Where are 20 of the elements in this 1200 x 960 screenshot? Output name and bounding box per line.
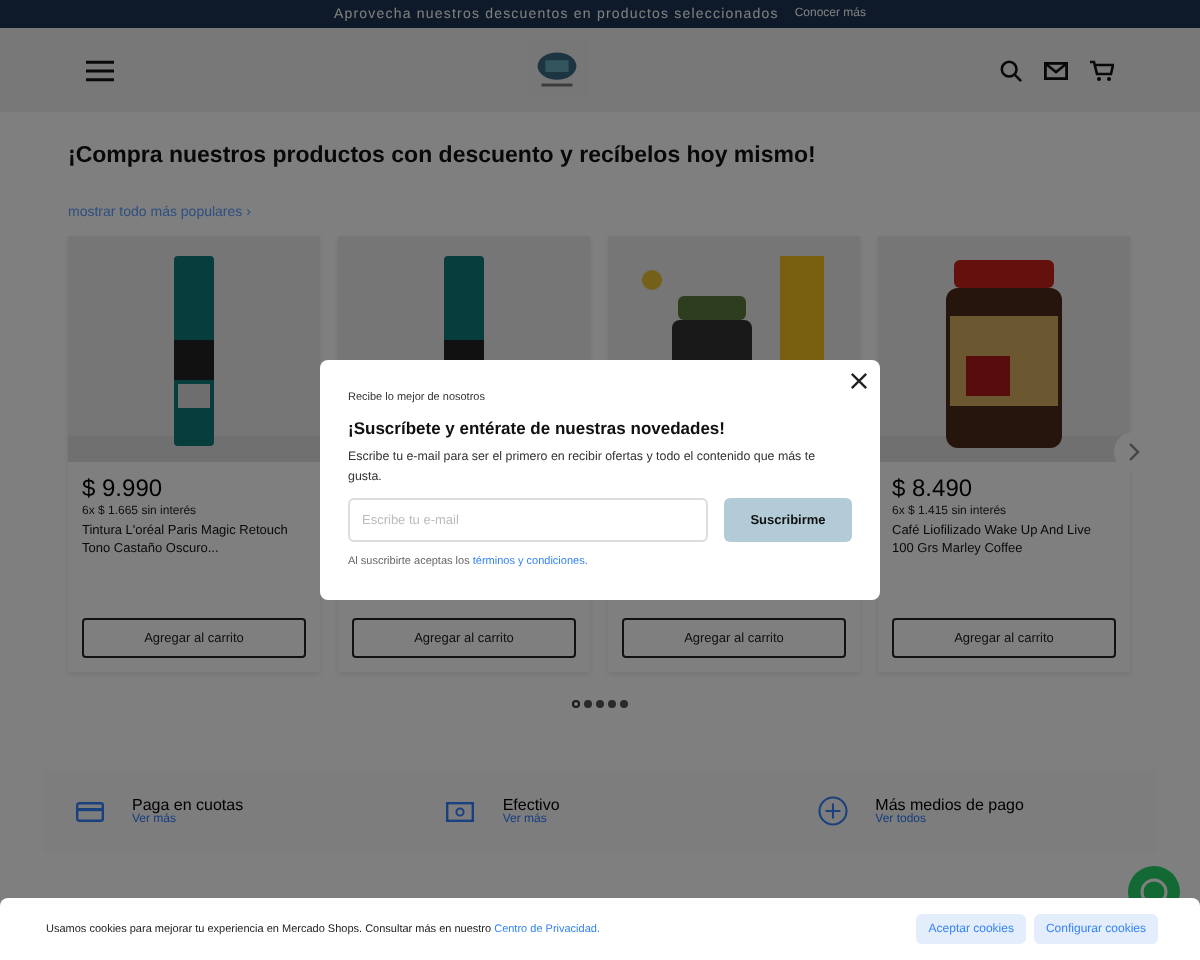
plus-icon xyxy=(817,796,848,826)
pagination-dot[interactable] xyxy=(584,700,592,708)
section-heading: ¡Compra nuestros productos con descuento y recíbelos hoy mismo! xyxy=(68,144,818,168)
pagination-dot[interactable] xyxy=(620,700,628,708)
payment-title: Más medios de pago xyxy=(875,796,1024,814)
dialog-title: ¡Suscríbete y entérate de nuestras novedades! xyxy=(348,418,727,438)
pagination-dot[interactable] xyxy=(596,700,604,708)
menu-icon[interactable] xyxy=(86,59,114,81)
cart-icon[interactable] xyxy=(1090,59,1114,81)
product-price: $ 9.990 xyxy=(82,474,165,502)
pagination-dot[interactable] xyxy=(608,700,616,708)
search-icon[interactable] xyxy=(1000,59,1022,81)
close-icon[interactable] xyxy=(850,372,868,390)
payment-title: Paga en cuotas xyxy=(132,796,244,814)
credit-card-icon xyxy=(76,801,104,821)
payment-title: Efectivo xyxy=(502,796,560,814)
pagination-dot[interactable] xyxy=(572,700,580,708)
mail-icon[interactable] xyxy=(1044,61,1068,79)
cash-icon xyxy=(446,801,475,821)
product-price: $ 8.490 xyxy=(892,474,975,502)
